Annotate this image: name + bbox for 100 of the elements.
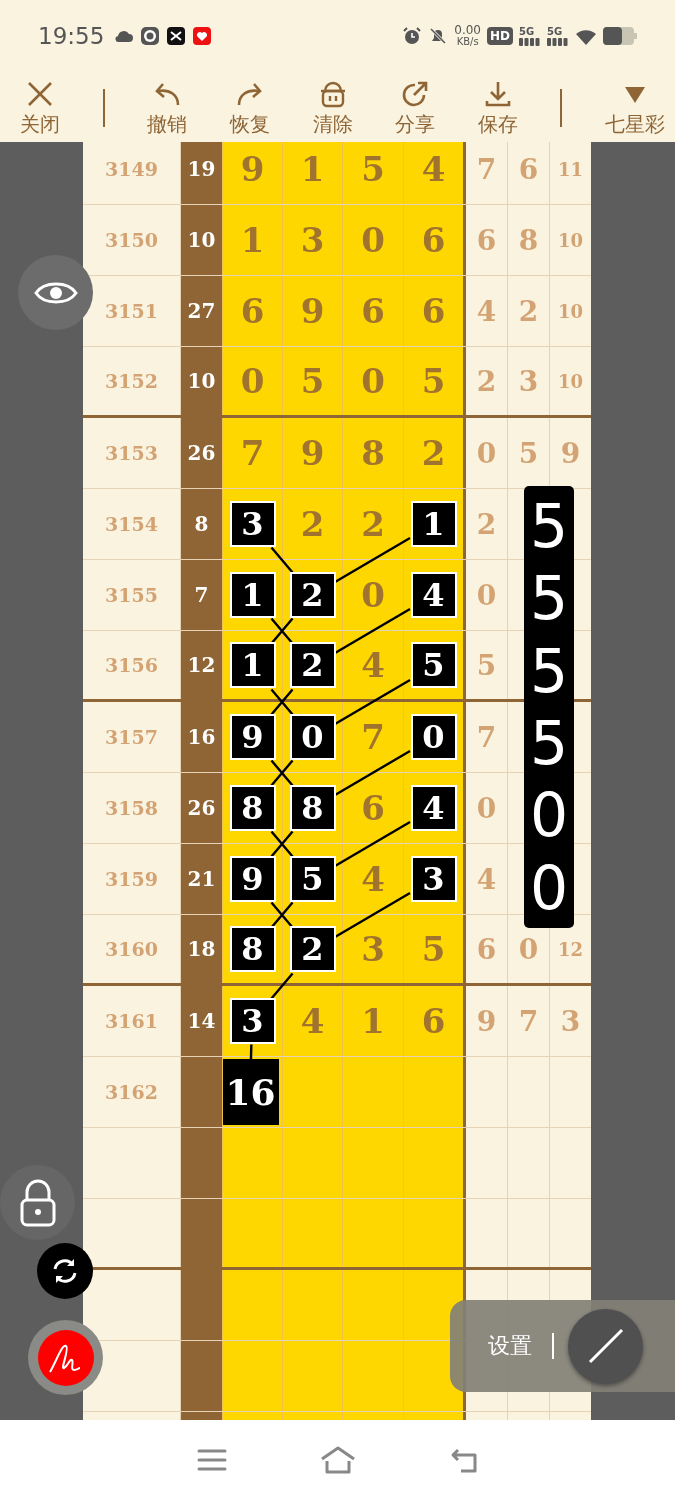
network-speed: 0.00 (454, 24, 481, 36)
marked-digit: 0 (289, 714, 336, 760)
sum-value: 26 (187, 796, 216, 820)
tail-digit: 7 (518, 1004, 539, 1038)
sum-value: 16 (187, 725, 216, 749)
marked-digit: 2 (289, 642, 336, 688)
side-digit: 0 (529, 781, 569, 850)
marked-digit: 9 (229, 856, 276, 902)
tail-digit: 0 (518, 932, 539, 966)
sum-value: 19 (187, 157, 216, 181)
period-number: 3157 (105, 726, 158, 748)
tail-digit: 10 (557, 229, 584, 251)
toolbar-button[interactable]: 保存 (477, 78, 518, 138)
bell-off-icon (428, 26, 449, 46)
marked-digit: 8 (289, 785, 336, 831)
pen-button[interactable] (37, 1329, 94, 1386)
digit: 4 (300, 1001, 325, 1041)
toolbar-button[interactable]: 分享 (395, 78, 436, 138)
marked-digit: 1 (229, 642, 276, 688)
network-type: 5G (547, 26, 563, 37)
tail-digit: 5 (518, 436, 539, 470)
digit: 1 (361, 1001, 385, 1041)
marked-digit: 5 (289, 856, 336, 902)
tail-digit: 12 (557, 938, 584, 960)
sum-value: 10 (187, 228, 216, 252)
digit: 1 (240, 220, 265, 260)
tail-digit: 3 (518, 364, 539, 398)
marked-digit: 1 (229, 572, 276, 618)
digit: 4 (361, 859, 385, 899)
digit: 2 (421, 433, 446, 473)
sum-value: 10 (187, 369, 216, 393)
digit: 1 (300, 149, 325, 189)
predicted-sum: 16 (222, 1059, 279, 1125)
network-type: 5G (519, 26, 535, 37)
digit: 5 (361, 149, 385, 189)
digit: 9 (300, 291, 325, 331)
marked-digit: 9 (229, 714, 276, 760)
cloud-icon (114, 28, 135, 44)
tail-digit: 4 (476, 862, 497, 896)
digit: 5 (300, 361, 325, 401)
battery-icon (603, 27, 637, 45)
menu-icon[interactable] (196, 1448, 227, 1472)
tail-digit: 5 (476, 648, 497, 682)
side-digit: 0 (529, 853, 569, 922)
marked-digit: 3 (410, 856, 457, 902)
tail-digit: 2 (476, 364, 497, 398)
tail-digit: 3 (560, 1004, 581, 1038)
side-digit: 5 (529, 709, 569, 778)
sum-value: 26 (187, 441, 216, 465)
toolbar-button[interactable]: 关闭 (20, 78, 60, 138)
marked-digit: 0 (410, 714, 457, 760)
period-number: 3160 (105, 938, 158, 960)
crossing-lines (270, 759, 294, 787)
tail-digit: 6 (476, 932, 497, 966)
digit: 9 (300, 433, 325, 473)
wifi-icon (575, 27, 597, 45)
app-icon (166, 26, 187, 46)
period-number: 3156 (105, 654, 158, 676)
digit: 0 (240, 361, 265, 401)
side-digit: 5 (529, 564, 569, 633)
digit: 6 (421, 1001, 446, 1041)
crossing-lines (270, 830, 294, 858)
digit: 6 (421, 220, 446, 260)
app-icon (140, 26, 161, 46)
hd-badge: HD (487, 27, 513, 45)
digit: 6 (240, 291, 265, 331)
period-number: 3154 (105, 513, 158, 535)
digit: 7 (240, 433, 265, 473)
tail-digit: 9 (560, 436, 581, 470)
toolbar-button[interactable]: 撤销 (147, 78, 188, 138)
toolbar-button[interactable]: 清除 (312, 78, 353, 138)
marked-digit: 8 (229, 926, 276, 972)
digit: 5 (421, 361, 446, 401)
side-digit: 5 (529, 636, 569, 705)
connector-line (249, 1044, 253, 1060)
marked-digit: 3 (229, 998, 276, 1044)
period-number: 3155 (105, 584, 158, 606)
sum-value: 14 (187, 1009, 216, 1033)
tail-digit: 4 (476, 294, 497, 328)
digit: 8 (361, 433, 385, 473)
digit: 9 (240, 149, 265, 189)
marked-digit: 5 (410, 642, 457, 688)
period-number: 3159 (105, 868, 158, 890)
tail-digit: 2 (518, 294, 539, 328)
period-number: 3150 (105, 229, 158, 251)
toolbar-button[interactable]: 七星彩 (605, 78, 665, 138)
toolbar-button[interactable]: 恢复 (229, 78, 270, 138)
connector-line (270, 546, 294, 574)
settings-label[interactable]: 设置 (488, 1331, 532, 1361)
tail-digit: 11 (557, 158, 584, 180)
tail-digit: 6 (518, 152, 539, 186)
period-number: 3153 (105, 442, 158, 464)
marked-digit: 4 (410, 785, 457, 831)
heart-app-icon (192, 26, 213, 46)
line-tool-button[interactable] (568, 1308, 643, 1384)
crossing-lines (270, 688, 294, 716)
marked-digit: 8 (229, 785, 276, 831)
home-icon[interactable] (319, 1446, 356, 1474)
marked-digit: 4 (410, 572, 457, 618)
sum-value: 7 (194, 583, 209, 607)
